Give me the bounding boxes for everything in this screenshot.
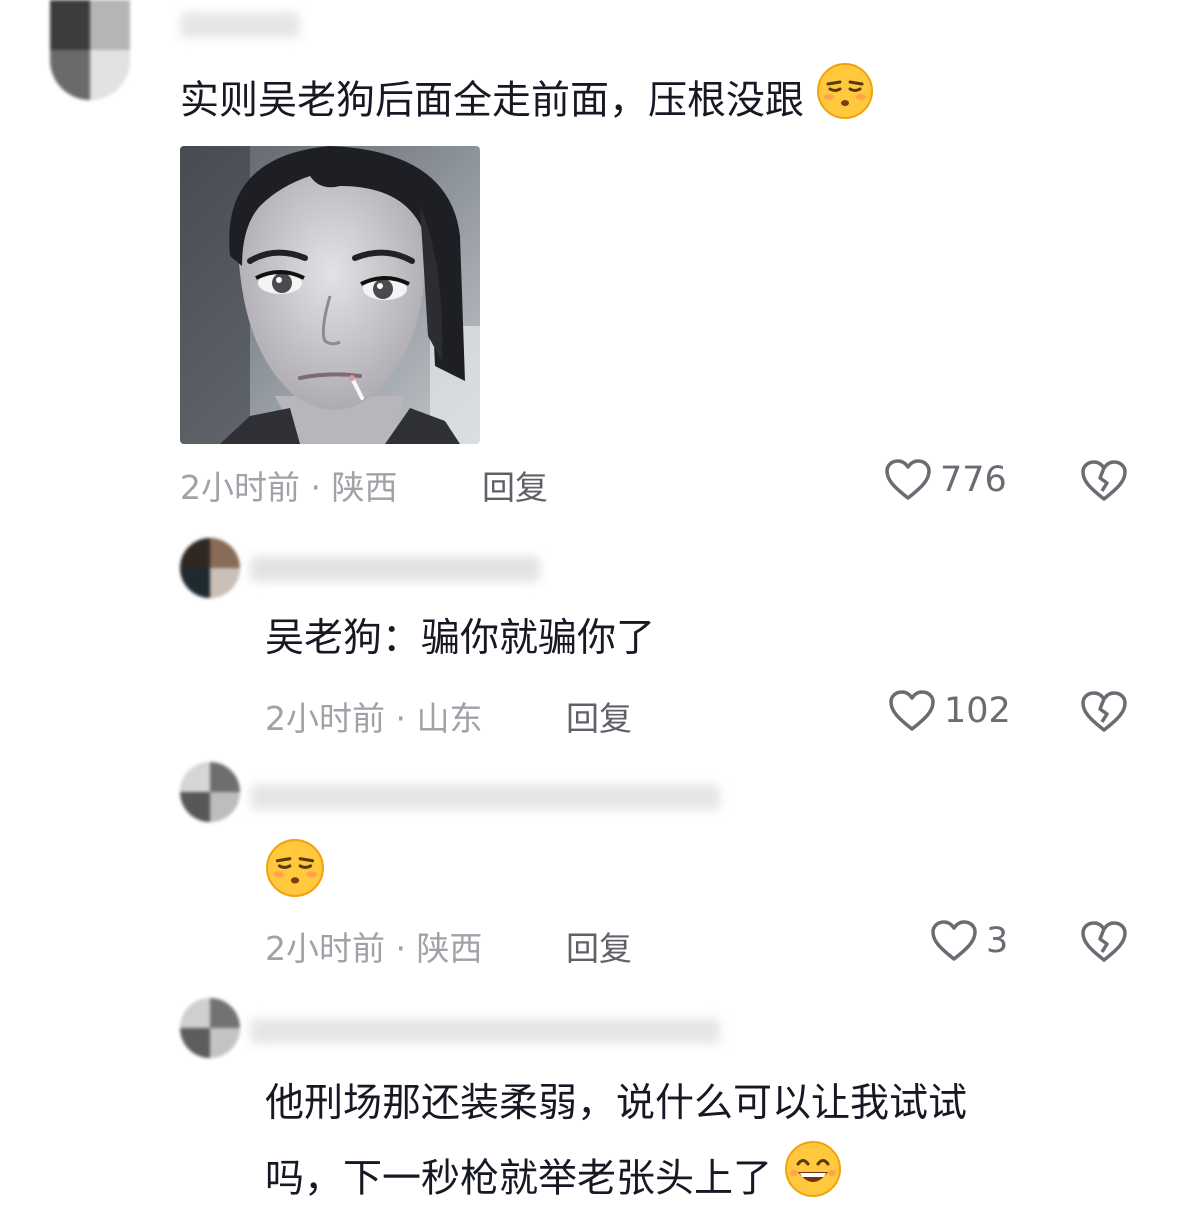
- like-count: 102: [944, 691, 1011, 731]
- comment-meta: 2小时前 · 山东: [265, 699, 483, 738]
- comment-text: 实则吴老狗后面全走前面，压根没跟: [180, 62, 874, 144]
- username[interactable]: [250, 784, 720, 810]
- heart-icon: [888, 689, 936, 733]
- comment-image[interactable]: [180, 146, 480, 444]
- heart-icon: [884, 458, 932, 502]
- like-button[interactable]: 3: [930, 919, 1008, 963]
- like-count: 776: [940, 460, 1007, 500]
- smirk-emoji-icon: [816, 62, 874, 144]
- heart-icon: [930, 919, 978, 963]
- avatar[interactable]: [180, 538, 240, 598]
- avatar[interactable]: [50, 0, 130, 100]
- comment-text: [265, 838, 325, 922]
- username[interactable]: [180, 12, 300, 38]
- reply-button[interactable]: 回复: [566, 692, 632, 740]
- comment-text: 吴老狗：骗你就骗你了: [265, 616, 656, 661]
- avatar[interactable]: [180, 762, 240, 822]
- username[interactable]: [250, 1018, 720, 1044]
- username[interactable]: [250, 556, 540, 582]
- broken-heart-icon[interactable]: [1080, 459, 1128, 503]
- like-button[interactable]: 776: [884, 458, 1007, 502]
- comment-meta: 2小时前 · 陕西: [180, 468, 398, 507]
- comment-text-content: 吗，下一秒枪就举老张头上了: [265, 1156, 773, 1202]
- comment-text-line-2: 吗，下一秒枪就举老张头上了: [265, 1140, 842, 1222]
- smirk-emoji-icon: [265, 838, 325, 922]
- comment-text-content: 实则吴老狗后面全走前面，压根没跟: [180, 78, 805, 124]
- grin-emoji-icon: [784, 1140, 842, 1222]
- reply-button[interactable]: 回复: [482, 461, 548, 509]
- avatar[interactable]: [180, 998, 240, 1058]
- like-count: 3: [986, 921, 1009, 961]
- reply-button[interactable]: 回复: [566, 922, 632, 970]
- comment-meta: 2小时前 · 陕西: [265, 929, 483, 968]
- comment-text-line-1: 他刑场那还装柔弱，说什么可以让我试试: [265, 1081, 968, 1126]
- broken-heart-icon[interactable]: [1080, 920, 1128, 964]
- like-button[interactable]: 102: [888, 689, 1011, 733]
- broken-heart-icon[interactable]: [1080, 690, 1128, 734]
